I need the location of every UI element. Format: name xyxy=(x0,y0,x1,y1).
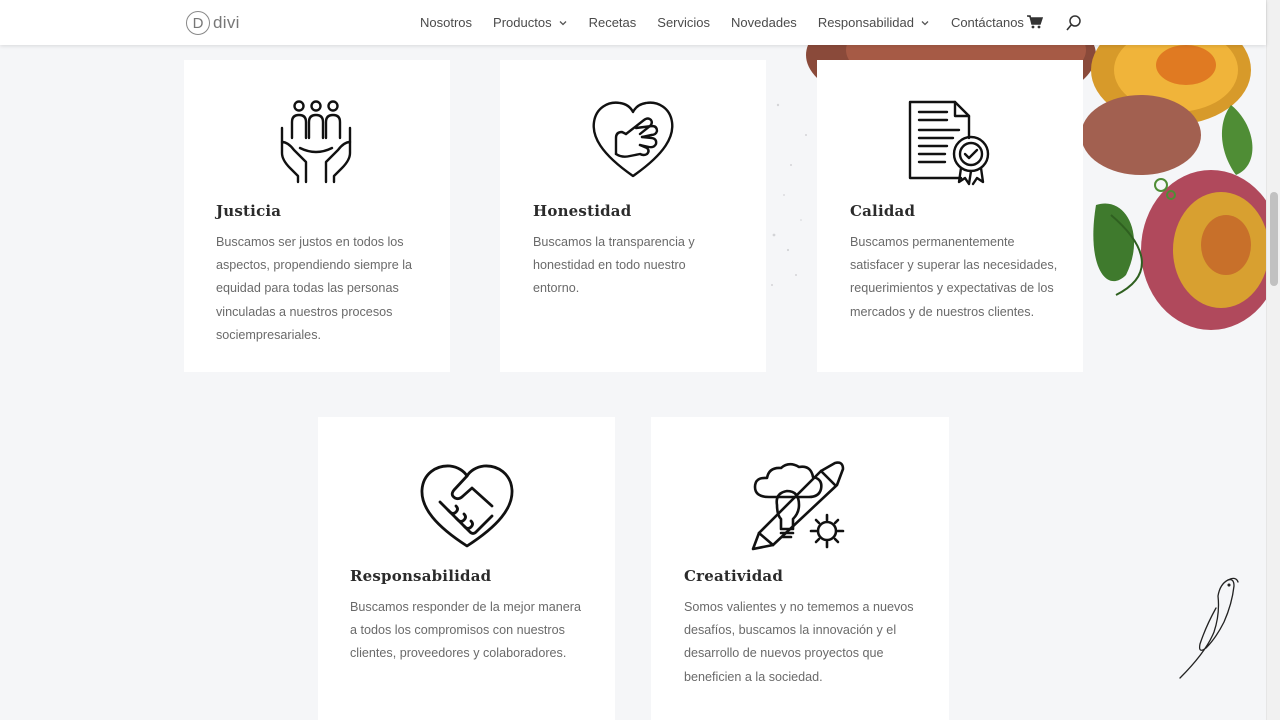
text-line: Buscamos ser justos en todos los xyxy=(216,235,404,249)
nav-label: Servicios xyxy=(657,15,711,30)
text-line: entorno. xyxy=(533,281,580,296)
text-line: Buscamos la transparencia y xyxy=(533,235,695,249)
card-title: Calidad xyxy=(850,202,916,220)
nav-responsabilidad[interactable]: Responsabilidad xyxy=(818,15,930,30)
value-card-calidad: Calidad Buscamos permanentemente satisfa… xyxy=(817,60,1083,372)
text-line: desarrollo de nuevos proyectos que xyxy=(684,646,884,661)
nav-label: Contáctanos xyxy=(950,15,1024,30)
search-icon[interactable] xyxy=(1066,14,1082,32)
card-title: Justicia xyxy=(216,202,282,220)
text-line: a todos los compromisos con nuestros xyxy=(350,623,565,638)
text-line: aspectos, propendiendo siempre la xyxy=(216,258,413,273)
text-line: Somos valientes y no tememos a nuevos xyxy=(684,600,914,614)
card-title: Responsabilidad xyxy=(350,567,492,585)
text-line: mercados y de nuestros clientes. xyxy=(850,304,1035,319)
card-title: Creatividad xyxy=(684,567,784,585)
text-line: equidad para todas las personas xyxy=(216,281,399,296)
nav-label: Novedades xyxy=(731,15,797,30)
creative-idea-icon xyxy=(751,461,845,551)
card-description: Buscamos la transparencia y honestidad e… xyxy=(533,231,753,301)
logo-text: divi xyxy=(213,13,240,32)
text-line: sociempresariales. xyxy=(216,327,321,342)
text-line: clientes, proveedores y colaboradores. xyxy=(350,646,567,661)
main-nav: Nosotros Productos Recetas Servicios Nov… xyxy=(420,0,1045,45)
value-card-justicia: Justicia Buscamos ser justos en todos lo… xyxy=(184,60,450,372)
text-line: beneficien a la sociedad. xyxy=(684,669,823,684)
text-line: vinculadas a nuestros procesos xyxy=(216,304,393,319)
nav-recetas[interactable]: Recetas xyxy=(589,15,637,30)
text-line: honestidad en todo nuestro xyxy=(533,258,686,273)
nav-productos[interactable]: Productos xyxy=(493,15,568,30)
nav-servicios[interactable]: Servicios xyxy=(657,15,710,30)
card-description: Buscamos ser justos en todos los aspecto… xyxy=(216,231,436,347)
site-logo[interactable]: D divi xyxy=(186,10,240,36)
value-card-honestidad: Honestidad Buscamos la transparencia y h… xyxy=(500,60,766,372)
nav-label: Productos xyxy=(493,15,552,30)
site-header: D divi Nosotros Productos Recetas Servic… xyxy=(0,0,1266,45)
text-line: Buscamos responder de la mejor manera xyxy=(350,600,581,614)
text-line: Buscamos permanentemente xyxy=(850,235,1015,249)
heart-handshake-icon xyxy=(420,464,514,548)
heart-hand-icon xyxy=(592,101,674,178)
people-in-hands-icon xyxy=(280,100,352,184)
text-line: desafíos, buscamos la innovación y el xyxy=(684,623,897,638)
text-line: requerimientos y expectativas de los xyxy=(850,281,1054,296)
value-card-creatividad: Creatividad Somos valientes y no tememos… xyxy=(651,417,949,720)
card-description: Buscamos permanentemente satisfacer y su… xyxy=(850,231,1075,324)
card-description: Buscamos responder de la mejor manera a … xyxy=(350,596,600,666)
card-title: Honestidad xyxy=(533,202,632,220)
certificate-icon xyxy=(908,100,990,186)
nav-label: Nosotros xyxy=(420,15,473,30)
nav-novedades[interactable]: Novedades xyxy=(731,15,797,30)
logo-mark: D xyxy=(186,11,210,35)
text-line: satisfacer y superar las necesidades, xyxy=(850,258,1058,273)
card-description: Somos valientes y no tememos a nuevos de… xyxy=(684,596,934,689)
nav-label: Recetas xyxy=(588,15,637,30)
chevron-down-icon xyxy=(921,20,929,25)
value-card-responsabilidad: Responsabilidad Buscamos responder de la… xyxy=(318,417,615,720)
nav-contactanos[interactable]: Contáctanos xyxy=(951,15,1024,30)
page-scrollbar[interactable] xyxy=(1266,0,1280,720)
nav-nosotros[interactable]: Nosotros xyxy=(420,15,472,30)
cart-icon[interactable] xyxy=(1027,15,1043,29)
nav-label: Responsabilidad xyxy=(817,15,914,30)
scrollbar-thumb[interactable] xyxy=(1270,192,1278,286)
bird-illustration xyxy=(1179,577,1239,679)
chevron-down-icon xyxy=(559,20,567,25)
